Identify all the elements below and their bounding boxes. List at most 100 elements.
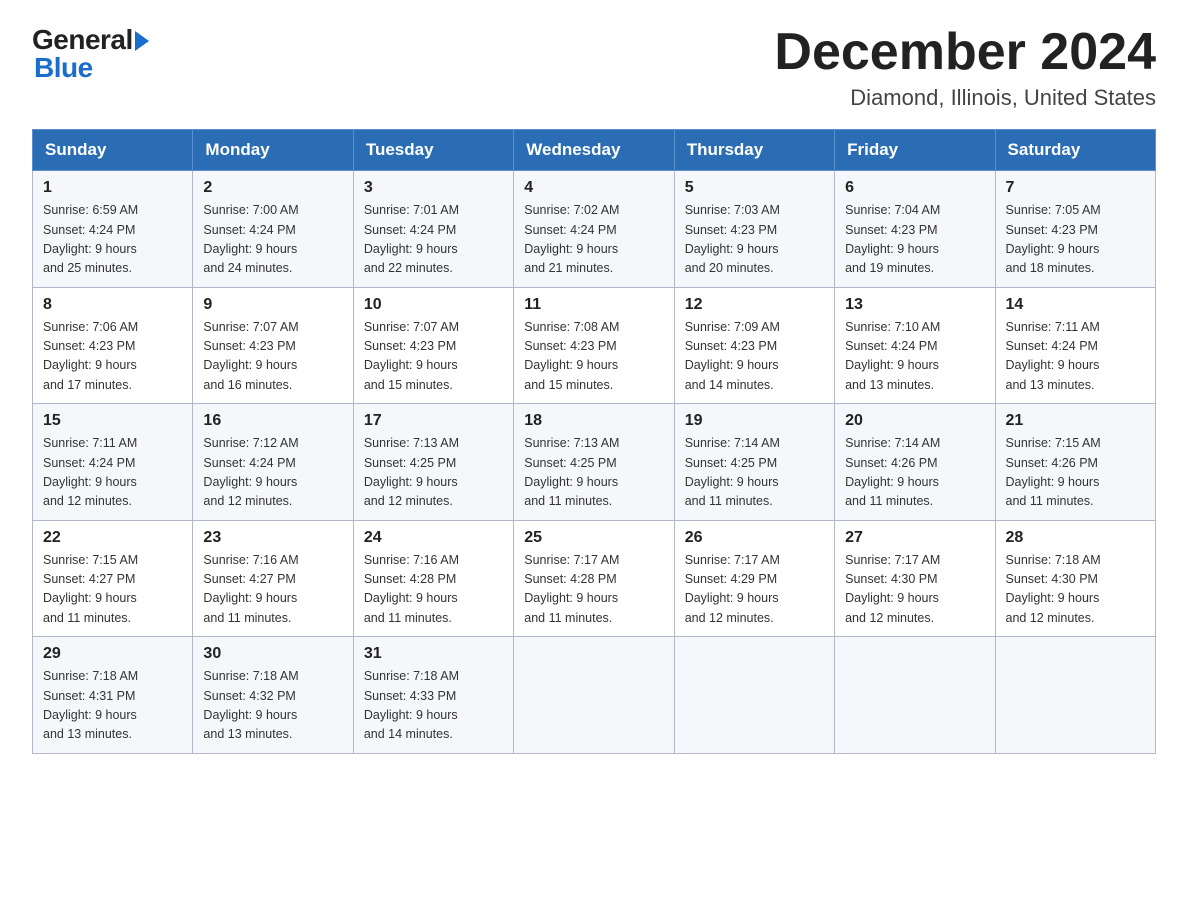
- day-info: Sunrise: 7:04 AMSunset: 4:23 PMDaylight:…: [845, 201, 984, 279]
- col-thursday: Thursday: [674, 130, 834, 171]
- day-info: Sunrise: 7:18 AMSunset: 4:31 PMDaylight:…: [43, 667, 182, 745]
- day-number: 4: [524, 179, 663, 197]
- calendar-title: December 2024: [774, 24, 1156, 81]
- day-info: Sunrise: 7:18 AMSunset: 4:30 PMDaylight:…: [1006, 551, 1145, 629]
- day-info: Sunrise: 7:17 AMSunset: 4:29 PMDaylight:…: [685, 551, 824, 629]
- table-row: 13 Sunrise: 7:10 AMSunset: 4:24 PMDayligh…: [835, 287, 995, 404]
- day-info: Sunrise: 7:10 AMSunset: 4:24 PMDaylight:…: [845, 318, 984, 396]
- day-number: 1: [43, 179, 182, 197]
- day-number: 10: [364, 296, 503, 314]
- calendar-table: Sunday Monday Tuesday Wednesday Thursday…: [32, 129, 1156, 754]
- calendar-week-row: 29 Sunrise: 7:18 AMSunset: 4:31 PMDayligh…: [33, 637, 1156, 754]
- table-row: [995, 637, 1155, 754]
- table-row: [835, 637, 995, 754]
- day-info: Sunrise: 7:11 AMSunset: 4:24 PMDaylight:…: [1006, 318, 1145, 396]
- col-tuesday: Tuesday: [353, 130, 513, 171]
- day-number: 14: [1006, 296, 1145, 314]
- day-info: Sunrise: 7:02 AMSunset: 4:24 PMDaylight:…: [524, 201, 663, 279]
- day-info: Sunrise: 7:06 AMSunset: 4:23 PMDaylight:…: [43, 318, 182, 396]
- day-number: 29: [43, 645, 182, 663]
- table-row: 12Sunrise: 7:09 AMSunset: 4:23 PMDayligh…: [674, 287, 834, 404]
- day-number: 28: [1006, 529, 1145, 547]
- day-info: Sunrise: 7:15 AMSunset: 4:26 PMDaylight:…: [1006, 434, 1145, 512]
- table-row: 15 Sunrise: 7:11 AMSunset: 4:24 PMDayligh…: [33, 404, 193, 521]
- table-row: 3 Sunrise: 7:01 AMSunset: 4:24 PMDaylight…: [353, 171, 513, 288]
- table-row: 31 Sunrise: 7:18 AMSunset: 4:33 PMDayligh…: [353, 637, 513, 754]
- day-number: 13: [845, 296, 984, 314]
- table-row: 7Sunrise: 7:05 AMSunset: 4:23 PMDaylight…: [995, 171, 1155, 288]
- day-number: 12: [685, 296, 824, 314]
- table-row: 4 Sunrise: 7:02 AMSunset: 4:24 PMDaylight…: [514, 171, 674, 288]
- table-row: 14 Sunrise: 7:11 AMSunset: 4:24 PMDayligh…: [995, 287, 1155, 404]
- day-number: 21: [1006, 412, 1145, 430]
- day-number: 27: [845, 529, 984, 547]
- day-info: Sunrise: 7:03 AMSunset: 4:23 PMDaylight:…: [685, 201, 824, 279]
- col-sunday: Sunday: [33, 130, 193, 171]
- day-number: 11: [524, 296, 663, 314]
- table-row: 2 Sunrise: 7:00 AMSunset: 4:24 PMDaylight…: [193, 171, 353, 288]
- day-info: Sunrise: 7:15 AMSunset: 4:27 PMDaylight:…: [43, 551, 182, 629]
- day-info: Sunrise: 7:13 AMSunset: 4:25 PMDaylight:…: [524, 434, 663, 512]
- day-number: 30: [203, 645, 342, 663]
- logo-blue: Blue: [34, 52, 93, 84]
- table-row: 21 Sunrise: 7:15 AMSunset: 4:26 PMDayligh…: [995, 404, 1155, 521]
- table-row: 8Sunrise: 7:06 AMSunset: 4:23 PMDaylight…: [33, 287, 193, 404]
- day-info: Sunrise: 7:16 AMSunset: 4:28 PMDaylight:…: [364, 551, 503, 629]
- table-row: 19 Sunrise: 7:14 AMSunset: 4:25 PMDayligh…: [674, 404, 834, 521]
- day-info: Sunrise: 7:00 AMSunset: 4:24 PMDaylight:…: [203, 201, 342, 279]
- day-info: Sunrise: 7:17 AMSunset: 4:28 PMDaylight:…: [524, 551, 663, 629]
- table-row: 23Sunrise: 7:16 AMSunset: 4:27 PMDayligh…: [193, 520, 353, 637]
- table-row: 11 Sunrise: 7:08 AMSunset: 4:23 PMDayligh…: [514, 287, 674, 404]
- day-info: Sunrise: 7:18 AMSunset: 4:33 PMDaylight:…: [364, 667, 503, 745]
- calendar-subtitle: Diamond, Illinois, United States: [774, 85, 1156, 111]
- table-row: 29 Sunrise: 7:18 AMSunset: 4:31 PMDayligh…: [33, 637, 193, 754]
- day-number: 9: [203, 296, 342, 314]
- table-row: 22Sunrise: 7:15 AMSunset: 4:27 PMDayligh…: [33, 520, 193, 637]
- table-row: [514, 637, 674, 754]
- day-info: Sunrise: 7:12 AMSunset: 4:24 PMDaylight:…: [203, 434, 342, 512]
- table-row: 17Sunrise: 7:13 AMSunset: 4:25 PMDayligh…: [353, 404, 513, 521]
- table-row: 30 Sunrise: 7:18 AMSunset: 4:32 PMDayligh…: [193, 637, 353, 754]
- table-row: 20Sunrise: 7:14 AMSunset: 4:26 PMDayligh…: [835, 404, 995, 521]
- day-number: 18: [524, 412, 663, 430]
- table-row: 16 Sunrise: 7:12 AMSunset: 4:24 PMDayligh…: [193, 404, 353, 521]
- day-info: Sunrise: 7:13 AMSunset: 4:25 PMDaylight:…: [364, 434, 503, 512]
- table-row: [674, 637, 834, 754]
- day-number: 7: [1006, 179, 1145, 197]
- table-row: 28 Sunrise: 7:18 AMSunset: 4:30 PMDayligh…: [995, 520, 1155, 637]
- table-row: 10Sunrise: 7:07 AMSunset: 4:23 PMDayligh…: [353, 287, 513, 404]
- col-saturday: Saturday: [995, 130, 1155, 171]
- day-info: Sunrise: 7:18 AMSunset: 4:32 PMDaylight:…: [203, 667, 342, 745]
- day-number: 31: [364, 645, 503, 663]
- calendar-week-row: 1Sunrise: 6:59 AMSunset: 4:24 PMDaylight…: [33, 171, 1156, 288]
- day-info: Sunrise: 7:07 AMSunset: 4:23 PMDaylight:…: [203, 318, 342, 396]
- calendar-header-row: Sunday Monday Tuesday Wednesday Thursday…: [33, 130, 1156, 171]
- day-info: Sunrise: 7:11 AMSunset: 4:24 PMDaylight:…: [43, 434, 182, 512]
- calendar-week-row: 22Sunrise: 7:15 AMSunset: 4:27 PMDayligh…: [33, 520, 1156, 637]
- day-number: 19: [685, 412, 824, 430]
- day-info: Sunrise: 7:14 AMSunset: 4:25 PMDaylight:…: [685, 434, 824, 512]
- header: General Blue December 2024 Diamond, Illi…: [32, 24, 1156, 111]
- table-row: 18 Sunrise: 7:13 AMSunset: 4:25 PMDayligh…: [514, 404, 674, 521]
- table-row: 1Sunrise: 6:59 AMSunset: 4:24 PMDaylight…: [33, 171, 193, 288]
- table-row: 24Sunrise: 7:16 AMSunset: 4:28 PMDayligh…: [353, 520, 513, 637]
- page: General Blue December 2024 Diamond, Illi…: [0, 0, 1188, 786]
- calendar-week-row: 15 Sunrise: 7:11 AMSunset: 4:24 PMDayligh…: [33, 404, 1156, 521]
- day-number: 2: [203, 179, 342, 197]
- day-number: 23: [203, 529, 342, 547]
- calendar-week-row: 8Sunrise: 7:06 AMSunset: 4:23 PMDaylight…: [33, 287, 1156, 404]
- day-info: Sunrise: 7:08 AMSunset: 4:23 PMDaylight:…: [524, 318, 663, 396]
- table-row: 25 Sunrise: 7:17 AMSunset: 4:28 PMDayligh…: [514, 520, 674, 637]
- day-info: Sunrise: 7:14 AMSunset: 4:26 PMDaylight:…: [845, 434, 984, 512]
- day-number: 16: [203, 412, 342, 430]
- logo: General Blue: [32, 24, 149, 84]
- day-info: Sunrise: 7:01 AMSunset: 4:24 PMDaylight:…: [364, 201, 503, 279]
- day-number: 5: [685, 179, 824, 197]
- title-block: December 2024 Diamond, Illinois, United …: [774, 24, 1156, 111]
- day-number: 3: [364, 179, 503, 197]
- table-row: 5 Sunrise: 7:03 AMSunset: 4:23 PMDaylight…: [674, 171, 834, 288]
- day-number: 15: [43, 412, 182, 430]
- day-number: 26: [685, 529, 824, 547]
- day-number: 25: [524, 529, 663, 547]
- col-wednesday: Wednesday: [514, 130, 674, 171]
